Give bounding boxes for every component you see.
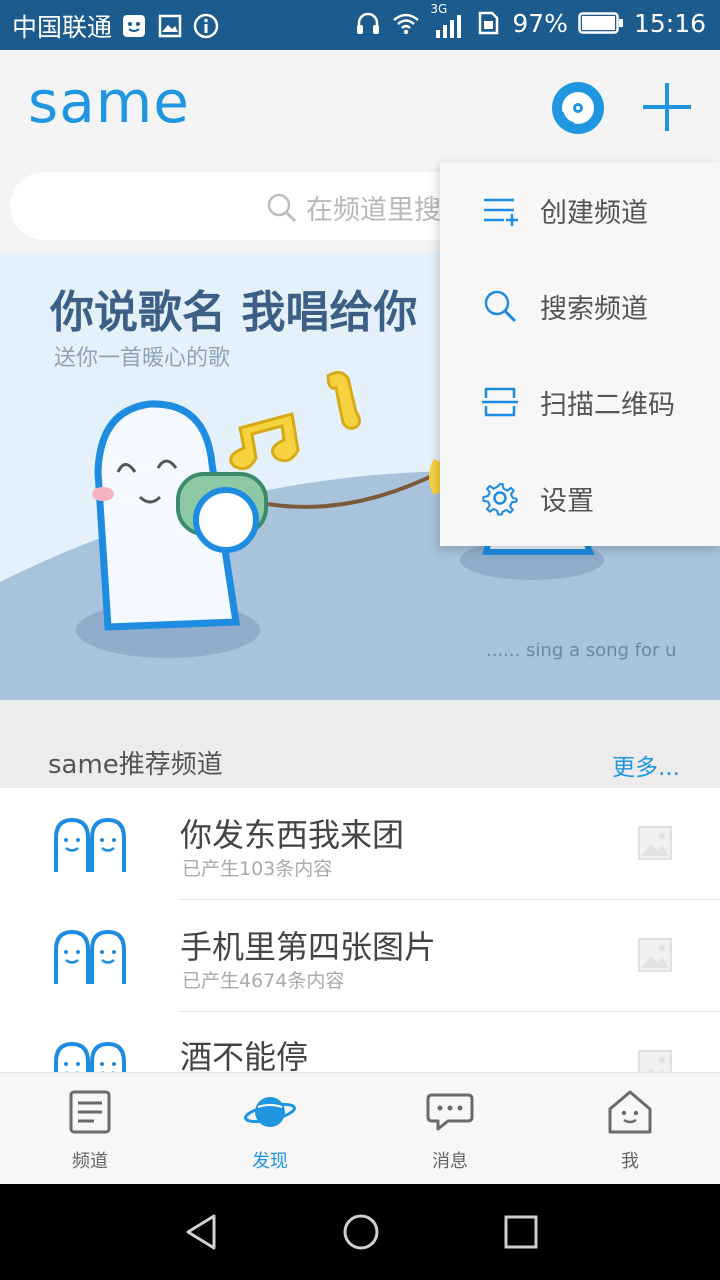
search-icon	[267, 193, 297, 222]
status-bar: 中国联通 3G 97% 15:16	[0, 0, 720, 50]
bottom-tab-bar: 频道 发现 消息 我	[0, 1072, 720, 1184]
banner-caption: ...... sing a song for u	[486, 640, 677, 661]
menu-item-search-channel[interactable]: 搜索频道	[440, 258, 720, 354]
menu-item-scan-qr[interactable]: 扫描二维码	[440, 354, 720, 450]
add-dropdown-menu: 创建频道 搜索频道 扫描二维码 设置	[440, 162, 720, 546]
tab-channels[interactable]: 频道	[0, 1073, 180, 1185]
back-icon[interactable]	[182, 1212, 222, 1252]
planet-icon	[244, 1097, 296, 1127]
signal-icon: 3G	[430, 2, 464, 38]
channel-name: 酒不能停	[180, 1038, 309, 1072]
menu-item-label: 搜索频道	[540, 293, 648, 325]
carrier-label: 中国联通	[12, 13, 113, 42]
add-button[interactable]	[640, 80, 694, 134]
battery-icon	[578, 12, 623, 34]
wifi-icon	[393, 13, 420, 35]
search-icon	[484, 290, 517, 323]
headphones-icon	[357, 12, 380, 34]
menu-item-label: 扫描二维码	[540, 389, 675, 421]
tab-messages[interactable]: 消息	[360, 1073, 540, 1185]
image-placeholder-icon	[638, 826, 672, 860]
app-notification-icon	[123, 15, 146, 37]
channel-avatar-icon	[54, 817, 126, 872]
menu-item-label: 创建频道	[540, 197, 648, 229]
channel-list-icon	[69, 1090, 111, 1134]
channel-list: 你发东西我来团 已产生103条内容 手机里第四张图片 已产生4674条内容 酒不…	[0, 788, 720, 1072]
app-screen: 中国联通 3G 97% 15:16 same 在频道里搜索 你说歌名 我唱给你 …	[0, 0, 720, 1280]
image-placeholder-icon	[638, 1050, 672, 1072]
channel-avatar-icon	[54, 1041, 126, 1072]
tab-label: 频道	[72, 1151, 108, 1172]
gear-icon	[482, 483, 518, 516]
menu-item-create-channel[interactable]: 创建频道	[440, 162, 720, 258]
recent-apps-icon[interactable]	[501, 1212, 541, 1252]
banner-subtitle: 送你一首暖心的歌	[54, 346, 231, 371]
chat-bubble-icon	[426, 1093, 474, 1131]
music-disc-icon	[560, 92, 594, 126]
channel-row[interactable]: 酒不能停	[0, 1012, 720, 1072]
channel-row[interactable]: 你发东西我来团 已产生103条内容	[0, 788, 720, 900]
channel-name: 你发东西我来团	[180, 816, 405, 854]
channel-avatar-icon	[54, 929, 126, 984]
channel-row[interactable]: 手机里第四张图片 已产生4674条内容	[0, 900, 720, 1012]
create-channel-icon	[484, 198, 518, 226]
menu-item-settings[interactable]: 设置	[440, 450, 720, 546]
channel-name: 手机里第四张图片	[180, 928, 437, 966]
tab-label: 消息	[432, 1151, 468, 1172]
app-logo: same	[28, 68, 190, 136]
sim-icon	[479, 11, 499, 35]
app-header: same	[0, 50, 720, 170]
music-disc-button[interactable]	[552, 82, 604, 134]
channel-post-count: 已产生4674条内容	[182, 970, 345, 992]
banner-title: 你说歌名 我唱给你	[50, 287, 418, 338]
scan-qr-icon	[482, 387, 518, 417]
image-placeholder-icon	[638, 938, 672, 972]
section-title: same推荐频道	[48, 750, 223, 780]
system-nav-bar	[0, 1184, 720, 1280]
info-notification-icon	[193, 13, 219, 39]
tab-label: 我	[621, 1151, 639, 1172]
home-icon[interactable]	[341, 1212, 381, 1252]
clock: 15:16	[633, 8, 706, 38]
more-link[interactable]: 更多...	[612, 748, 680, 782]
tab-discover[interactable]: 发现	[180, 1073, 360, 1185]
tab-me[interactable]: 我	[540, 1073, 720, 1185]
recommended-section-header: same推荐频道 更多...	[0, 700, 720, 788]
menu-item-label: 设置	[540, 485, 594, 517]
gallery-notification-icon	[158, 14, 182, 38]
battery-percent: 97%	[512, 8, 568, 38]
home-face-icon	[608, 1090, 652, 1134]
channel-post-count: 已产生103条内容	[182, 858, 333, 880]
tab-label: 发现	[252, 1151, 288, 1172]
